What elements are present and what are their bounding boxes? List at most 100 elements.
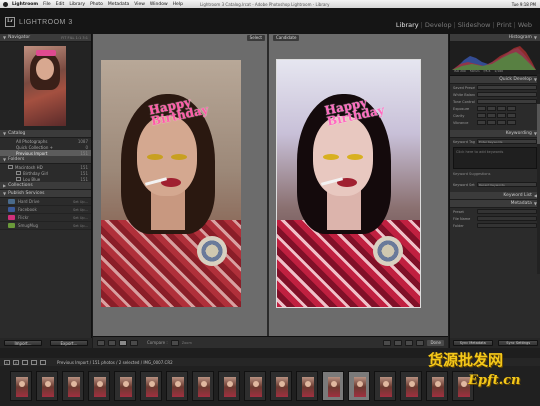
module-library[interactable]: Library [394,21,421,29]
decrease-button[interactable] [487,113,496,118]
loupe-view-button[interactable] [108,339,116,346]
navigator-preview[interactable] [0,42,91,130]
filmstrip-thumbnail[interactable] [36,371,58,401]
menu-photo[interactable]: Photo [90,2,103,7]
module-web[interactable]: Web [516,21,534,29]
module-develop[interactable]: Develop [423,21,454,29]
increase-button[interactable] [497,106,506,111]
menu-view[interactable]: View [134,2,145,7]
survey-view-button[interactable] [130,339,138,346]
publish-service-hard-drive[interactable]: Hard Drive Set Up... [0,198,91,206]
menu-window[interactable]: Window [150,2,168,7]
previous-arrow-icon[interactable] [405,339,414,346]
preset-select[interactable] [477,85,537,90]
grid-view-button[interactable] [97,339,105,346]
module-print[interactable]: Print [495,21,514,29]
filmstrip-thumbnail[interactable] [374,371,396,401]
publish-services-header[interactable]: ▼ Publish Services [0,190,91,198]
filmstrip-thumbnail[interactable] [140,371,162,401]
publish-service-smugmug[interactable]: SmugMug Set Up... [0,222,91,230]
import-button[interactable]: Import... [4,340,42,346]
histogram-header[interactable]: Histogram ▼ [450,34,540,42]
increase-button[interactable] [497,120,506,125]
keyword-list-header[interactable]: Keyword List ◀ [450,192,540,200]
keyword-set-row: Keyword Set Recent Keywords [450,181,540,188]
filmstrip-thumbnail[interactable] [10,371,32,401]
increase-button[interactable] [497,113,506,118]
export-button[interactable]: Export... [50,340,88,346]
catalog-header[interactable]: ▼ Catalog [0,130,91,138]
page-1-icon[interactable]: 1 [4,359,10,365]
forward-arrow-icon[interactable] [40,359,46,365]
filmstrip-thumbnail[interactable] [270,371,292,401]
keyword-set-select[interactable]: Recent Keywords [477,182,537,187]
keywording-header[interactable]: Keywording ▼ [450,130,540,138]
menu-library[interactable]: Library [69,2,85,7]
back-arrow-icon[interactable] [31,359,37,365]
filmstrip-thumbnail[interactable] [62,371,84,401]
setup-link[interactable]: Set Up... [73,216,88,220]
filmstrip-source[interactable]: Previous Import / 151 photos / 2 selecte… [57,360,173,365]
collections-header[interactable]: ▶ Collections [0,182,91,190]
sync-settings-button[interactable]: Sync Settings [498,340,539,346]
filmstrip-thumbnail[interactable] [244,371,266,401]
filmstrip-thumbnail[interactable] [400,371,422,401]
setup-link[interactable]: Set Up... [73,208,88,212]
setup-link[interactable]: Set Up... [73,224,88,228]
keyword-input[interactable]: Click here to add keywords [453,147,537,169]
apple-icon[interactable] [3,1,8,7]
filmstrip-thumbnail[interactable] [348,371,370,401]
metadata-header[interactable]: Metadata ▼ [450,200,540,208]
select-photo[interactable]: Happy Birthday [101,60,241,307]
candidate-photo[interactable]: Happy Birthday [276,59,421,308]
swap-icon[interactable] [383,339,392,346]
done-button[interactable]: Done [427,339,444,346]
select-pane[interactable]: Select Happy Birthday [93,34,269,336]
publish-service-facebook[interactable]: Facebook Set Up... [0,206,91,214]
lock-icon[interactable] [170,339,179,346]
setup-link[interactable]: Set Up... [73,200,88,204]
menu-metadata[interactable]: Metadata [108,2,129,7]
menu-edit[interactable]: Edit [56,2,65,7]
filmstrip-thumbnail[interactable] [296,371,318,401]
page-2-icon[interactable]: 2 [13,359,19,365]
next-arrow-icon[interactable] [416,339,425,346]
filmstrip-thumbnail[interactable] [114,371,136,401]
compare-view-button[interactable] [119,339,127,346]
sync-metadata-button[interactable]: Sync Metadata [452,340,493,346]
candidate-pane[interactable]: Candidate Happy Birthday [271,34,448,336]
left-panel: ▼ Navigator FIT FILL 1:1 3:1 ▼ Catalog A… [0,34,92,348]
increase-large-button[interactable] [507,106,516,111]
filmstrip-thumbnail[interactable] [88,371,110,401]
quick-develop-header[interactable]: Quick Develop ▼ [450,76,540,84]
filename-field[interactable] [477,216,537,221]
decrease-button[interactable] [487,106,496,111]
auto-tone-button[interactable] [477,99,537,104]
filmstrip-thumbnail[interactable] [166,371,188,401]
decrease-large-button[interactable] [477,113,486,118]
filmstrip-thumbnail[interactable] [218,371,240,401]
make-select-icon[interactable] [394,339,403,346]
increase-large-button[interactable] [507,113,516,118]
folder-field[interactable] [477,223,537,228]
menu-file[interactable]: File [43,2,51,7]
folders-header[interactable]: ▼ Folders [0,156,91,164]
menu-help[interactable]: Help [173,2,183,7]
module-slideshow[interactable]: Slideshow [456,21,493,29]
grid-icon[interactable] [22,359,28,365]
increase-large-button[interactable] [507,120,516,125]
keyword-tags-select[interactable]: Enter Keywords [477,139,537,144]
publish-service-flickr[interactable]: Flickr Set Up... [0,214,91,222]
decrease-large-button[interactable] [477,106,486,111]
lightroom-logo-icon: Lr [5,17,15,27]
clock[interactable]: Tue 9:18 PM [512,2,536,7]
decrease-button[interactable] [487,120,496,125]
filmstrip-thumbnail[interactable] [322,371,344,401]
menu-app-name[interactable]: Lightroom [12,2,38,7]
navigator-header[interactable]: ▼ Navigator FIT FILL 1:1 3:1 [0,34,91,42]
decrease-large-button[interactable] [477,120,486,125]
filmstrip-thumbnail[interactable] [192,371,214,401]
metadata-preset-select[interactable] [477,209,537,214]
white-balance-select[interactable] [477,92,537,97]
navigator-zoom-options[interactable]: FIT FILL 1:1 3:1 [61,36,88,40]
